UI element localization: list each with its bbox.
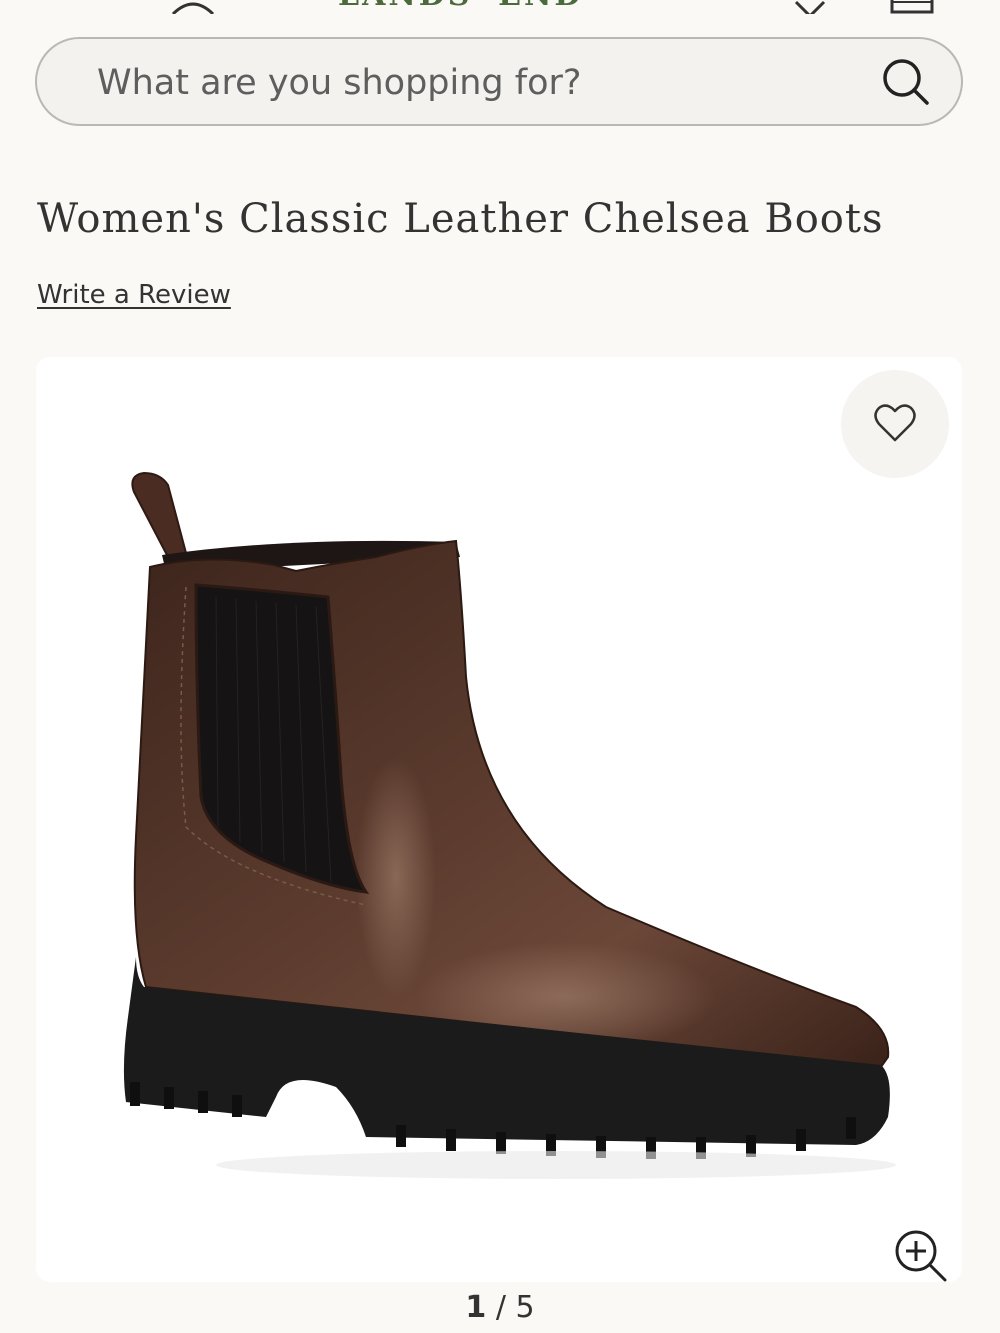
zoom-in-icon[interactable] (894, 1229, 948, 1282)
write-review-link[interactable]: Write a Review (37, 280, 231, 310)
product-title: Women's Classic Leather Chelsea Boots (37, 196, 884, 242)
add-to-favorites-button[interactable] (841, 370, 949, 478)
top-header: LANDS' END (0, 0, 1000, 14)
gallery-separator: / (495, 1290, 506, 1325)
heart-icon (874, 404, 916, 442)
gallery-total: 5 (515, 1290, 535, 1325)
cart-icon[interactable] (888, 0, 936, 14)
gallery-pager: 1 / 5 (0, 1290, 1000, 1325)
brand-logo[interactable]: LANDS' END (338, 0, 583, 13)
product-image (123, 471, 896, 1179)
search-input[interactable] (95, 55, 859, 111)
search-icon[interactable] (881, 57, 931, 107)
account-icon[interactable] (168, 0, 218, 14)
gallery-current: 1 (465, 1290, 487, 1325)
product-image-gallery[interactable] (36, 357, 962, 1282)
heart-icon[interactable] (792, 0, 828, 14)
search-bar[interactable] (35, 37, 963, 126)
